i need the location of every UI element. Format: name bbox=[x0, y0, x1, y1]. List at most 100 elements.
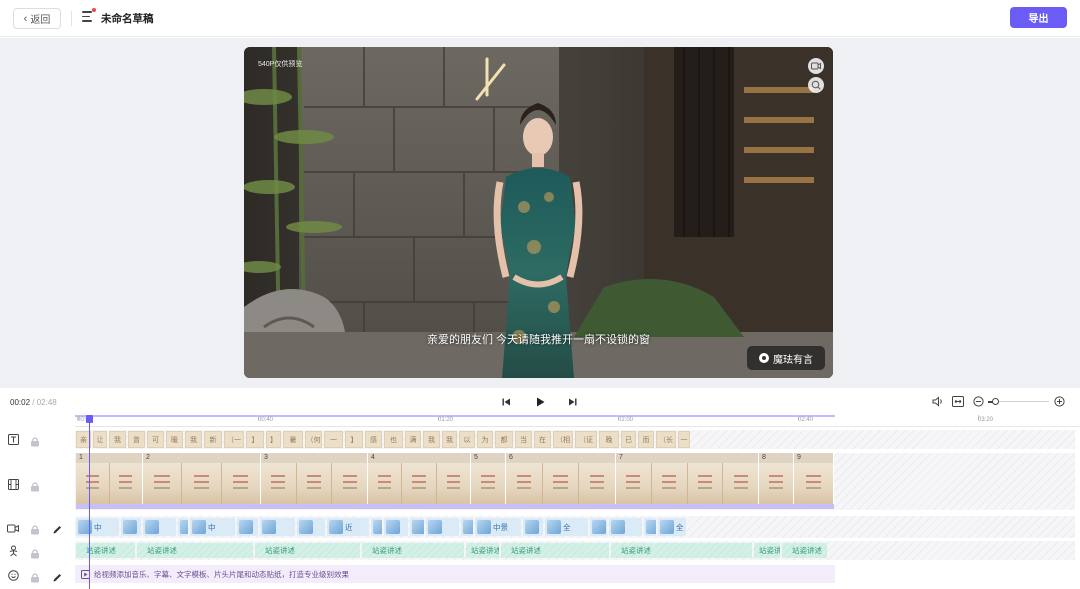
lock-icon[interactable] bbox=[30, 479, 41, 492]
text-segment[interactable]: （何 bbox=[305, 431, 322, 448]
text-segment[interactable]: 让 bbox=[93, 431, 107, 448]
music-track[interactable]: 给视频添加音乐、字幕、文字模板、片头片尾和动态贴纸，打造专业级别效果 bbox=[75, 565, 835, 583]
text-segment[interactable]: 满 bbox=[405, 431, 421, 448]
camera-segment[interactable] bbox=[260, 518, 295, 536]
camera-segment[interactable]: 全 bbox=[658, 518, 686, 536]
camera-icon[interactable] bbox=[808, 58, 824, 74]
text-segment[interactable]: 感 bbox=[365, 431, 382, 448]
text-segment[interactable]: 暖 bbox=[166, 431, 183, 448]
action-segment[interactable]: 站姿讲述 bbox=[362, 543, 464, 558]
scene-clip[interactable]: 4 bbox=[368, 453, 471, 504]
fit-width-icon[interactable] bbox=[951, 395, 964, 408]
playhead[interactable] bbox=[89, 415, 90, 589]
camera-segment[interactable] bbox=[523, 518, 543, 536]
playhead-handle[interactable] bbox=[86, 415, 93, 423]
camera-segment[interactable] bbox=[297, 518, 325, 536]
text-segment[interactable]: 】 bbox=[345, 431, 363, 448]
camera-segment[interactable]: 中 bbox=[190, 518, 235, 536]
zoom-slider-track[interactable] bbox=[996, 401, 1049, 402]
text-segment[interactable]: 都 bbox=[495, 431, 513, 448]
lock-icon[interactable] bbox=[30, 570, 41, 583]
camera-segment[interactable] bbox=[143, 518, 176, 536]
camera-segment[interactable] bbox=[237, 518, 258, 536]
text-segment[interactable]: （一 bbox=[224, 431, 244, 448]
camera-segment[interactable]: 全 bbox=[545, 518, 588, 536]
camera-segment[interactable]: 近 bbox=[327, 518, 369, 536]
text-segment[interactable]: 新 bbox=[204, 431, 222, 448]
scene-clip[interactable]: 9 bbox=[794, 453, 834, 504]
lock-icon[interactable] bbox=[30, 522, 41, 535]
text-segment[interactable]: 一 bbox=[678, 431, 690, 448]
music-hint[interactable]: 给视频添加音乐、字幕、文字模板、片头片尾和动态贴纸，打造专业级别效果 bbox=[81, 569, 349, 580]
edit-icon[interactable] bbox=[52, 522, 63, 534]
text-segment[interactable]: （证 bbox=[575, 431, 597, 448]
text-segment[interactable]: （相 bbox=[553, 431, 573, 448]
text-segment[interactable]: 曾 bbox=[128, 431, 145, 448]
action-segment[interactable]: 站姿讲述 bbox=[76, 543, 135, 558]
camera-segment[interactable] bbox=[410, 518, 424, 536]
draft-title[interactable]: 未命名草稿 bbox=[101, 11, 154, 26]
scene-clip[interactable]: 2 bbox=[143, 453, 261, 504]
text-segment[interactable]: 当 bbox=[515, 431, 532, 448]
camera-segment[interactable] bbox=[121, 518, 141, 536]
text-segment[interactable]: 我 bbox=[442, 431, 457, 448]
camera-segment[interactable] bbox=[644, 518, 656, 536]
text-segment[interactable]: 也 bbox=[384, 431, 403, 448]
camera-track[interactable]: 中 中 近 画 中景 全 全 bbox=[75, 516, 1075, 538]
camera-segment[interactable]: 画 bbox=[461, 518, 473, 536]
scene-clip[interactable]: 5 bbox=[471, 453, 506, 504]
text-segment[interactable]: 以 bbox=[459, 431, 475, 448]
lock-icon[interactable] bbox=[30, 546, 41, 559]
export-button[interactable]: 导出 bbox=[1010, 7, 1067, 28]
video-preview[interactable]: 540P仅供预览 亲爱的朋友们 今天请随我推开一扇不设锁的窗 魔珐有言 bbox=[244, 47, 833, 378]
text-segment[interactable]: 】 bbox=[266, 431, 281, 448]
text-segment[interactable]: 而 bbox=[638, 431, 654, 448]
text-segment[interactable]: 在 bbox=[534, 431, 551, 448]
edit-icon[interactable] bbox=[52, 570, 63, 582]
action-segment[interactable]: 站姿讲述 bbox=[501, 543, 609, 558]
action-track[interactable]: 站姿讲述站姿讲述站姿讲述站姿讲述站姿讲述站姿讲述站姿讲述站姿讲述站姿讲述 bbox=[75, 541, 1075, 560]
action-segment[interactable]: 站姿讲述 bbox=[255, 543, 360, 558]
camera-segment[interactable] bbox=[371, 518, 382, 536]
scene-track[interactable]: 1 2 3 4 5 6 7 8 9 bbox=[75, 453, 1075, 510]
text-segment[interactable]: （长 bbox=[656, 431, 676, 448]
scene-clip[interactable]: 6 bbox=[506, 453, 616, 504]
text-segment[interactable]: 晚 bbox=[599, 431, 619, 448]
back-button[interactable]: ‹ 返回 bbox=[13, 8, 61, 29]
volume-icon[interactable] bbox=[931, 395, 944, 408]
camera-segment[interactable] bbox=[609, 518, 642, 536]
camera-segment[interactable] bbox=[384, 518, 408, 536]
text-segment[interactable]: 为 bbox=[477, 431, 493, 448]
scene-clip[interactable]: 8 bbox=[759, 453, 794, 504]
previous-icon[interactable] bbox=[499, 396, 513, 408]
camera-segment[interactable]: 中 bbox=[76, 518, 119, 536]
text-track[interactable]: 亲让我曾可暖我新（一】】暑（何一】感也满我我以为都当在（相 （证晚已而（长一 bbox=[75, 430, 1075, 449]
scene-clip[interactable]: 3 bbox=[261, 453, 368, 504]
zoom-out-icon[interactable] bbox=[972, 395, 985, 408]
zoom-in-icon[interactable] bbox=[1053, 395, 1066, 408]
text-segment[interactable]: 已 bbox=[621, 431, 636, 448]
text-segment[interactable]: 暑 bbox=[283, 431, 303, 448]
scene-clip[interactable]: 1 bbox=[76, 453, 143, 504]
camera-segment[interactable] bbox=[590, 518, 607, 536]
text-segment[interactable]: 我 bbox=[423, 431, 440, 448]
zoom-slider-handle[interactable] bbox=[992, 398, 999, 405]
scene-clip[interactable]: 7 bbox=[616, 453, 759, 504]
text-segment[interactable]: 可 bbox=[147, 431, 164, 448]
camera-segment[interactable] bbox=[426, 518, 459, 536]
action-segment[interactable]: 站姿讲述 bbox=[782, 543, 827, 558]
next-icon[interactable] bbox=[565, 396, 579, 408]
camera-segment[interactable] bbox=[178, 518, 188, 536]
text-segment[interactable]: 我 bbox=[109, 431, 126, 448]
play-icon[interactable] bbox=[533, 396, 547, 408]
camera-segment[interactable]: 中景 bbox=[475, 518, 521, 536]
text-segment[interactable]: 一 bbox=[324, 431, 343, 448]
action-segment[interactable]: 站姿讲述 bbox=[466, 543, 499, 558]
action-segment[interactable]: 站姿讲述 bbox=[611, 543, 752, 558]
text-segment[interactable]: 我 bbox=[185, 431, 202, 448]
text-segment[interactable]: 】 bbox=[246, 431, 264, 448]
action-segment[interactable]: 站姿讲述 bbox=[137, 543, 253, 558]
zoom-icon[interactable] bbox=[808, 77, 824, 93]
menu-icon[interactable] bbox=[82, 11, 94, 23]
time-ruler[interactable]: 00:00 00:40 01:20 02:00 02:40 03:20 bbox=[75, 415, 1080, 427]
